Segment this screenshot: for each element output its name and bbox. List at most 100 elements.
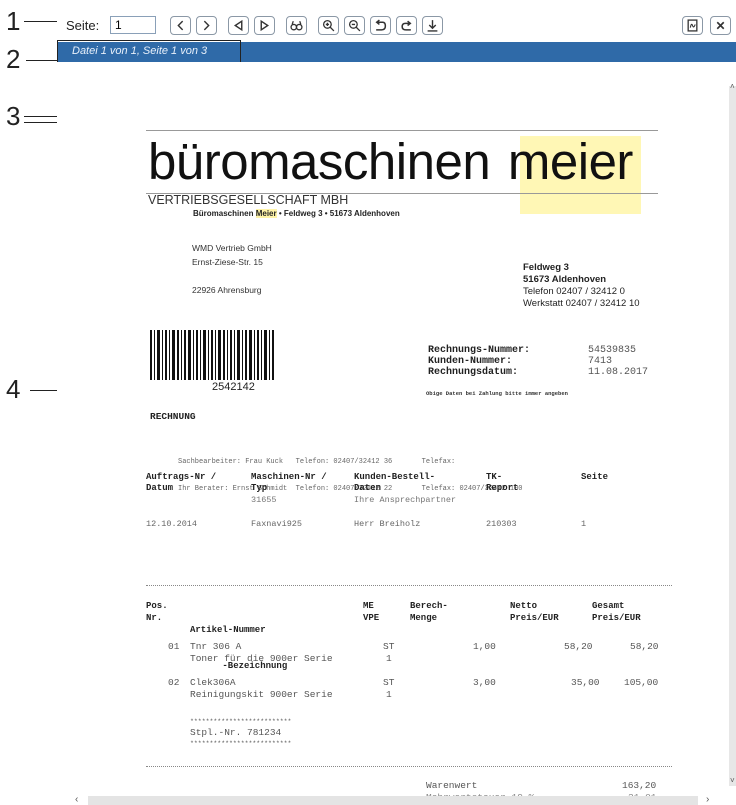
item-vpe: 1 [386,689,392,700]
order-header-3: Kunden-Bestell- Daten [354,472,435,494]
items-header-text: Menge [410,613,438,623]
viewer-toolbar: Seite: [57,12,736,43]
recipient-line: Ernst-Ziese-Str. 15 [192,257,263,267]
download-icon [427,20,438,32]
zoom-out-icon [348,19,361,32]
item-article: Tnr 306 A [190,641,242,652]
last-page-icon [260,19,270,32]
items-header-text: Gesamt [592,601,625,611]
sum-label: Warenwert [426,780,478,791]
scroll-left-icon[interactable]: ‹ [75,794,78,805]
callout-2-line [26,60,58,61]
order-cell: Herr Breiholz [354,519,421,529]
last-page-button[interactable] [254,16,275,35]
prev-page-button[interactable] [170,16,191,35]
company-address: Feldweg 3 51673 Aldenhoven Telefon 02407… [523,262,640,310]
contact-line: Sachbearbeiter: Frau Kuck Telefon: 02407… [178,458,456,466]
rotate-left-button[interactable] [370,16,391,35]
order-cell: Faxnavi925 [251,519,303,529]
order-header-5: Seite [581,472,608,483]
recipient-line: WMD Vertrieb GmbH [192,243,272,253]
sender-address: • Feldweg 3 • 51673 Aldenhoven [276,209,400,218]
sender-highlight: Meier [255,209,277,218]
callout-4: 4 [6,374,21,404]
stars-line: ************************** [190,740,292,747]
close-icon [716,21,725,30]
order-header-1: Auftrags-Nr / Datum [146,472,216,494]
zoom-in-button[interactable] [318,16,339,35]
invoice-number-label: Rechnungs-Nummer: [428,345,531,356]
logo-wordmark: büromaschinen meier [148,132,633,191]
scroll-down-icon[interactable]: ˅ [730,776,735,785]
contacts: Sachbearbeiter: Frau Kuck Telefon: 02407… [178,440,522,503]
rotate-right-button[interactable] [396,16,417,35]
barcode [150,330,274,380]
item-total: 58,20 [630,641,659,652]
redo-icon [401,20,412,31]
customer-number-label: Kunden-Nummer: [428,356,513,367]
items-header-text: VPE [363,613,380,623]
binoculars-icon [290,20,303,31]
separator [146,766,672,767]
stpl-number: Stpl.-Nr. 781234 [190,727,282,738]
item-me: ST [383,641,395,652]
invoice-date-value: 11.08.2017 [588,367,649,378]
invoice-note: Obige Daten bei Zahlung bitte immer ange… [426,390,568,397]
first-page-button[interactable] [228,16,249,35]
table-row: 01 Tnr 306 A Toner für die 900er Serie S… [146,641,666,667]
recipient-block: WMD Vertrieb GmbH Ernst-Ziese-Str. 15 22… [192,241,272,297]
open-pdf-button[interactable] [682,16,703,35]
barcode-number: 2542142 [212,381,255,393]
next-page-button[interactable] [196,16,217,35]
zoom-out-button[interactable] [344,16,365,35]
zoom-in-icon [322,19,335,32]
callout-1: 1 [6,6,21,36]
order-sub-2: Ihre Ansprechpartner [354,495,457,505]
close-button[interactable] [710,16,731,35]
item-qty: 3,00 [473,677,496,688]
horizontal-scrollbar[interactable] [88,796,698,805]
order-header-text: Auftrags-Nr / [146,472,217,482]
download-button[interactable] [422,16,443,35]
invoice-date-label: Rechnungsdatum: [428,367,519,378]
undo-icon [375,19,387,31]
item-qty: 1,00 [473,641,496,652]
order-header-4: TK- Report [486,472,518,494]
separator [146,585,672,586]
invoice-number-value: 54539835 [588,345,637,356]
search-button[interactable] [286,16,307,35]
items-header-me: ME VPE [363,600,379,624]
items-header-text: Preis/EUR [510,613,559,623]
item-vpe: 1 [386,653,392,664]
item-pos: 01 [168,641,180,652]
customer-number-value: 7413 [588,356,613,367]
vertical-scrollbar[interactable] [729,86,736,786]
items-header-text: ME [363,601,374,611]
items-header-net: Netto Preis/EUR [510,600,559,624]
scroll-right-icon[interactable]: › [706,794,709,805]
scroll-up-icon[interactable]: ˄ [730,82,735,91]
company-addr-line: Feldweg 3 [523,262,569,273]
invoice-values: 54539835 7413 11.08.2017 [588,345,648,378]
order-header-text: Kunden-Bestell- [354,472,436,482]
invoice-labels: Rechnungs-Nummer: Kunden-Nummer: Rechnun… [428,345,530,378]
page-number-input[interactable] [110,16,156,34]
logo-left: büromaschinen [148,133,491,190]
order-header-2: Maschinen-Nr / Typ [251,472,327,494]
items-header-text: Berech- [410,601,448,611]
items-header-text: Pos. [146,601,168,611]
callout-3: 3 [6,101,21,131]
order-header-text: Report [486,483,519,493]
stars-line: ************************** [190,718,292,725]
logo-right: meier [507,133,634,190]
contact-line: Ihr Berater: Ernst Schmidt Telefon: 0240… [178,485,523,493]
recipient-line: 22926 Ahrensburg [192,285,262,295]
sender-line: Büromaschinen Meier • Feldweg 3 • 51673 … [193,209,400,218]
document-title: RECHNUNG [150,411,196,422]
order-cell: 12.10.2014 [146,519,198,529]
chevron-left-icon [177,20,184,31]
chevron-right-icon [203,20,210,31]
items-header-pos: Pos. Nr. [146,600,168,624]
order-cell: 1 [581,519,587,529]
items-header-text: Preis/EUR [592,613,641,623]
